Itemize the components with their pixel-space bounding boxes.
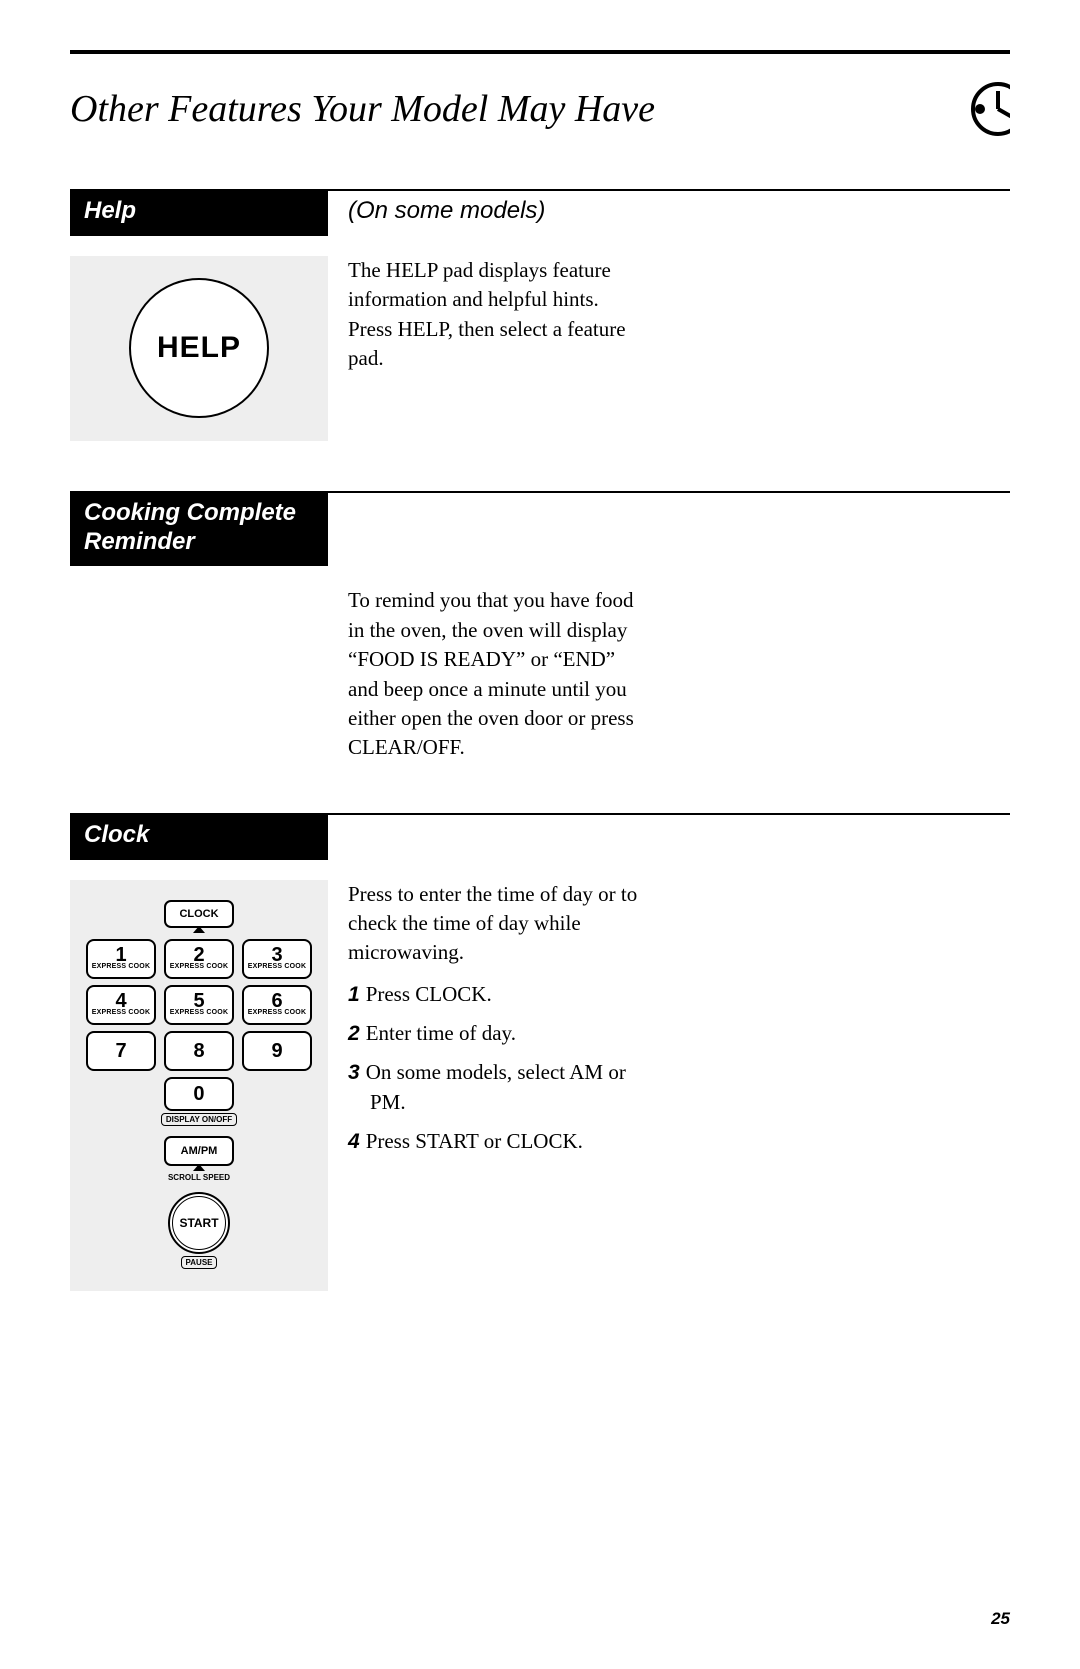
start-button-icon: START (168, 1192, 230, 1254)
clock-section: Clock CLOCK 1EXPRESS COOK 2EXPRESS (70, 813, 1010, 1291)
clock-step: 4Press START or CLOCK. (348, 1127, 638, 1156)
help-button-text: HELP (157, 331, 241, 365)
help-section: Help (On some models) HELP The HELP pad … (70, 189, 1010, 441)
triangle-up-icon (193, 1164, 205, 1171)
key-9: 9 (242, 1031, 312, 1071)
key-6: 6EXPRESS COOK (242, 985, 312, 1025)
step-number: 3 (348, 1061, 360, 1084)
clock-step: 3On some models, select AM or PM. (348, 1058, 638, 1117)
help-pad-illustration: HELP (70, 256, 328, 441)
clock-key-icon: CLOCK (164, 900, 234, 928)
clock-partial-icon (950, 79, 1010, 139)
step-number: 2 (348, 1022, 360, 1045)
page-header: Other Features Your Model May Have (70, 79, 1010, 139)
reminder-section: Cooking Complete Reminder To remind you … (70, 491, 1010, 763)
help-label: Help (70, 191, 328, 236)
key-3: 3EXPRESS COOK (242, 939, 312, 979)
key-8: 8 (164, 1031, 234, 1071)
clock-step: 2Enter time of day. (348, 1019, 638, 1048)
help-button-icon: HELP (129, 278, 269, 418)
help-subhead: (On some models) (328, 191, 545, 225)
step-number: 1 (348, 983, 360, 1006)
key-5: 5EXPRESS COOK (164, 985, 234, 1025)
key-2: 2EXPRESS COOK (164, 939, 234, 979)
reminder-label: Cooking Complete Reminder (70, 493, 328, 567)
page-title: Other Features Your Model May Have (70, 87, 655, 131)
pause-label: PAUSE (181, 1256, 218, 1269)
scroll-speed-label: SCROLL SPEED (168, 1173, 230, 1182)
reminder-body-text: To remind you that you have food in the … (348, 586, 638, 762)
key-4: 4EXPRESS COOK (86, 985, 156, 1025)
display-onoff-label: DISPLAY ON/OFF (161, 1113, 237, 1126)
clock-steps-list: 1Press CLOCK. 2Enter time of day. 3On some… (348, 980, 638, 1157)
triangle-up-icon (193, 926, 205, 933)
clock-intro-text: Press to enter the time of day or to che… (348, 880, 638, 968)
page-number: 25 (991, 1609, 1010, 1629)
key-7: 7 (86, 1031, 156, 1071)
clock-label: Clock (70, 815, 328, 860)
key-0: 0 (164, 1077, 234, 1111)
keypad-illustration: CLOCK 1EXPRESS COOK 2EXPRESS COOK 3EXPRE… (70, 880, 328, 1291)
help-body-text: The HELP pad displays feature informatio… (348, 256, 638, 374)
clock-step: 1Press CLOCK. (348, 980, 638, 1009)
key-1: 1EXPRESS COOK (86, 939, 156, 979)
ampm-key-icon: AM/PM (164, 1136, 234, 1166)
step-number: 4 (348, 1130, 360, 1153)
